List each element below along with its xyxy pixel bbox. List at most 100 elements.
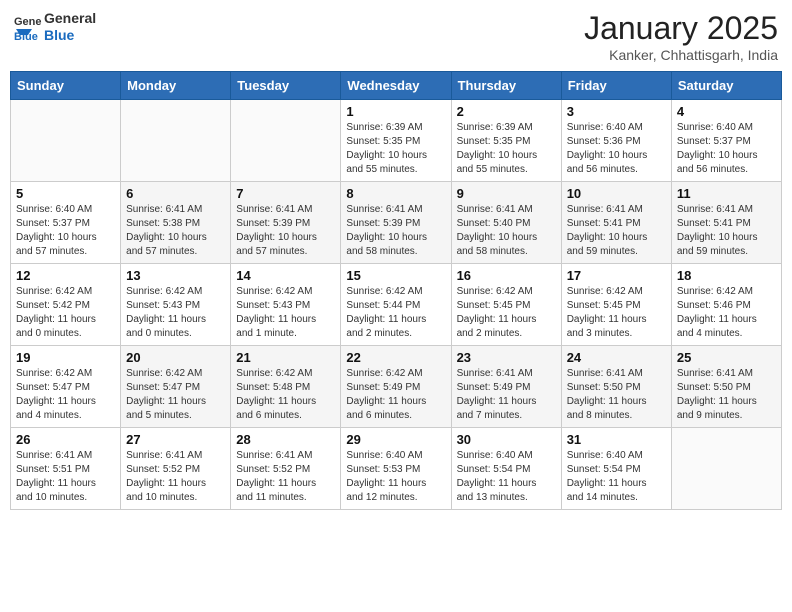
day-info: Sunrise: 6:41 AMSunset: 5:38 PMDaylight:…	[126, 203, 225, 259]
col-sunday: Sunday	[11, 72, 121, 100]
day-number: 25	[677, 350, 776, 365]
title-area: January 2025 Kanker, Chhattisgarh, India	[584, 10, 778, 63]
day-info: Sunrise: 6:41 AMSunset: 5:41 PMDaylight:…	[567, 203, 666, 259]
day-info: Sunrise: 6:40 AMSunset: 5:54 PMDaylight:…	[457, 449, 556, 505]
day-info: Sunrise: 6:41 AMSunset: 5:40 PMDaylight:…	[457, 203, 556, 259]
table-row: 9 Sunrise: 6:41 AMSunset: 5:40 PMDaylight…	[451, 182, 561, 264]
day-number: 10	[567, 186, 666, 201]
day-number: 13	[126, 268, 225, 283]
day-info: Sunrise: 6:42 AMSunset: 5:47 PMDaylight:…	[16, 367, 115, 423]
day-number: 4	[677, 104, 776, 119]
day-number: 18	[677, 268, 776, 283]
day-info: Sunrise: 6:41 AMSunset: 5:52 PMDaylight:…	[126, 449, 225, 505]
table-row: 15 Sunrise: 6:42 AMSunset: 5:44 PMDayligh…	[341, 264, 451, 346]
day-info: Sunrise: 6:40 AMSunset: 5:53 PMDaylight:…	[346, 449, 445, 505]
svg-text:General: General	[14, 16, 42, 28]
table-row: 29Sunrise: 6:40 AMSunset: 5:53 PMDayligh…	[341, 428, 451, 510]
table-row: 2 Sunrise: 6:39 AMSunset: 5:35 PMDaylight…	[451, 100, 561, 182]
day-info: Sunrise: 6:40 AMSunset: 5:54 PMDaylight:…	[567, 449, 666, 505]
calendar-week-row: 5 Sunrise: 6:40 AMSunset: 5:37 PMDaylight…	[11, 182, 782, 264]
day-number: 16	[457, 268, 556, 283]
day-number: 23	[457, 350, 556, 365]
table-row: 27 Sunrise: 6:41 AMSunset: 5:52 PMDayligh…	[121, 428, 231, 510]
day-info: Sunrise: 6:42 AMSunset: 5:46 PMDaylight:…	[677, 285, 776, 341]
day-number: 14	[236, 268, 335, 283]
table-row: 24Sunrise: 6:41 AMSunset: 5:50 PMDayligh…	[561, 346, 671, 428]
day-number: 21	[236, 350, 335, 365]
table-row: 20 Sunrise: 6:42 AMSunset: 5:47 PMDayligh…	[121, 346, 231, 428]
day-info: Sunrise: 6:39 AMSunset: 5:35 PMDaylight:…	[457, 121, 556, 177]
table-row: 12Sunrise: 6:42 AMSunset: 5:42 PMDayligh…	[11, 264, 121, 346]
table-row: 28 Sunrise: 6:41 AMSunset: 5:52 PMDayligh…	[231, 428, 341, 510]
table-row: 4 Sunrise: 6:40 AMSunset: 5:37 PMDaylight…	[671, 100, 781, 182]
table-row: 31 Sunrise: 6:40 AMSunset: 5:54 PMDayligh…	[561, 428, 671, 510]
day-number: 3	[567, 104, 666, 119]
day-number: 9	[457, 186, 556, 201]
table-row	[121, 100, 231, 182]
day-info: Sunrise: 6:40 AMSunset: 5:36 PMDaylight:…	[567, 121, 666, 177]
table-row: 14 Sunrise: 6:42 AMSunset: 5:43 PMDayligh…	[231, 264, 341, 346]
table-row: 23Sunrise: 6:41 AMSunset: 5:49 PMDayligh…	[451, 346, 561, 428]
day-number: 27	[126, 432, 225, 447]
day-info: Sunrise: 6:39 AMSunset: 5:35 PMDaylight:…	[346, 121, 445, 177]
day-number: 11	[677, 186, 776, 201]
logo-general-text: General	[44, 10, 96, 27]
day-number: 28	[236, 432, 335, 447]
day-info: Sunrise: 6:42 AMSunset: 5:45 PMDaylight:…	[457, 285, 556, 341]
day-number: 6	[126, 186, 225, 201]
table-row: 21 Sunrise: 6:42 AMSunset: 5:48 PMDayligh…	[231, 346, 341, 428]
table-row: 16 Sunrise: 6:42 AMSunset: 5:45 PMDayligh…	[451, 264, 561, 346]
day-info: Sunrise: 6:42 AMSunset: 5:45 PMDaylight:…	[567, 285, 666, 341]
col-wednesday: Wednesday	[341, 72, 451, 100]
day-info: Sunrise: 6:41 AMSunset: 5:52 PMDaylight:…	[236, 449, 335, 505]
svg-text:Blue: Blue	[14, 31, 38, 41]
table-row: 1Sunrise: 6:39 AMSunset: 5:35 PMDaylight…	[341, 100, 451, 182]
day-number: 8	[346, 186, 445, 201]
day-number: 15	[346, 268, 445, 283]
day-number: 31	[567, 432, 666, 447]
day-info: Sunrise: 6:41 AMSunset: 5:39 PMDaylight:…	[236, 203, 335, 259]
table-row: 13Sunrise: 6:42 AMSunset: 5:43 PMDayligh…	[121, 264, 231, 346]
table-row: 22 Sunrise: 6:42 AMSunset: 5:49 PMDayligh…	[341, 346, 451, 428]
col-tuesday: Tuesday	[231, 72, 341, 100]
calendar-week-row: 12Sunrise: 6:42 AMSunset: 5:42 PMDayligh…	[11, 264, 782, 346]
day-number: 12	[16, 268, 115, 283]
logo-blue-text: Blue	[44, 27, 96, 44]
calendar-week-row: 26 Sunrise: 6:41 AMSunset: 5:51 PMDayligh…	[11, 428, 782, 510]
table-row: 6 Sunrise: 6:41 AMSunset: 5:38 PMDaylight…	[121, 182, 231, 264]
day-info: Sunrise: 6:41 AMSunset: 5:51 PMDaylight:…	[16, 449, 115, 505]
day-info: Sunrise: 6:42 AMSunset: 5:44 PMDaylight:…	[346, 285, 445, 341]
calendar-week-row: 19 Sunrise: 6:42 AMSunset: 5:47 PMDayligh…	[11, 346, 782, 428]
logo-icon: General Blue	[14, 13, 42, 41]
table-row: 26 Sunrise: 6:41 AMSunset: 5:51 PMDayligh…	[11, 428, 121, 510]
day-number: 2	[457, 104, 556, 119]
day-number: 20	[126, 350, 225, 365]
day-info: Sunrise: 6:42 AMSunset: 5:49 PMDaylight:…	[346, 367, 445, 423]
day-info: Sunrise: 6:41 AMSunset: 5:41 PMDaylight:…	[677, 203, 776, 259]
day-info: Sunrise: 6:40 AMSunset: 5:37 PMDaylight:…	[677, 121, 776, 177]
table-row: 7Sunrise: 6:41 AMSunset: 5:39 PMDaylight…	[231, 182, 341, 264]
col-thursday: Thursday	[451, 72, 561, 100]
day-number: 19	[16, 350, 115, 365]
day-info: Sunrise: 6:42 AMSunset: 5:43 PMDaylight:…	[236, 285, 335, 341]
day-number: 22	[346, 350, 445, 365]
table-row: 10 Sunrise: 6:41 AMSunset: 5:41 PMDayligh…	[561, 182, 671, 264]
day-number: 30	[457, 432, 556, 447]
day-number: 26	[16, 432, 115, 447]
month-title: January 2025	[584, 10, 778, 47]
table-row: 19 Sunrise: 6:42 AMSunset: 5:47 PMDayligh…	[11, 346, 121, 428]
day-info: Sunrise: 6:40 AMSunset: 5:37 PMDaylight:…	[16, 203, 115, 259]
table-row: 11 Sunrise: 6:41 AMSunset: 5:41 PMDayligh…	[671, 182, 781, 264]
table-row: 30 Sunrise: 6:40 AMSunset: 5:54 PMDayligh…	[451, 428, 561, 510]
page-header: General Blue General Blue January 2025 K…	[10, 10, 782, 63]
calendar-table: Sunday Monday Tuesday Wednesday Thursday…	[10, 71, 782, 510]
col-saturday: Saturday	[671, 72, 781, 100]
day-number: 5	[16, 186, 115, 201]
day-info: Sunrise: 6:42 AMSunset: 5:47 PMDaylight:…	[126, 367, 225, 423]
day-number: 24	[567, 350, 666, 365]
day-info: Sunrise: 6:42 AMSunset: 5:48 PMDaylight:…	[236, 367, 335, 423]
table-row: 5 Sunrise: 6:40 AMSunset: 5:37 PMDaylight…	[11, 182, 121, 264]
day-info: Sunrise: 6:41 AMSunset: 5:50 PMDaylight:…	[677, 367, 776, 423]
table-row: 3 Sunrise: 6:40 AMSunset: 5:36 PMDaylight…	[561, 100, 671, 182]
day-info: Sunrise: 6:41 AMSunset: 5:39 PMDaylight:…	[346, 203, 445, 259]
